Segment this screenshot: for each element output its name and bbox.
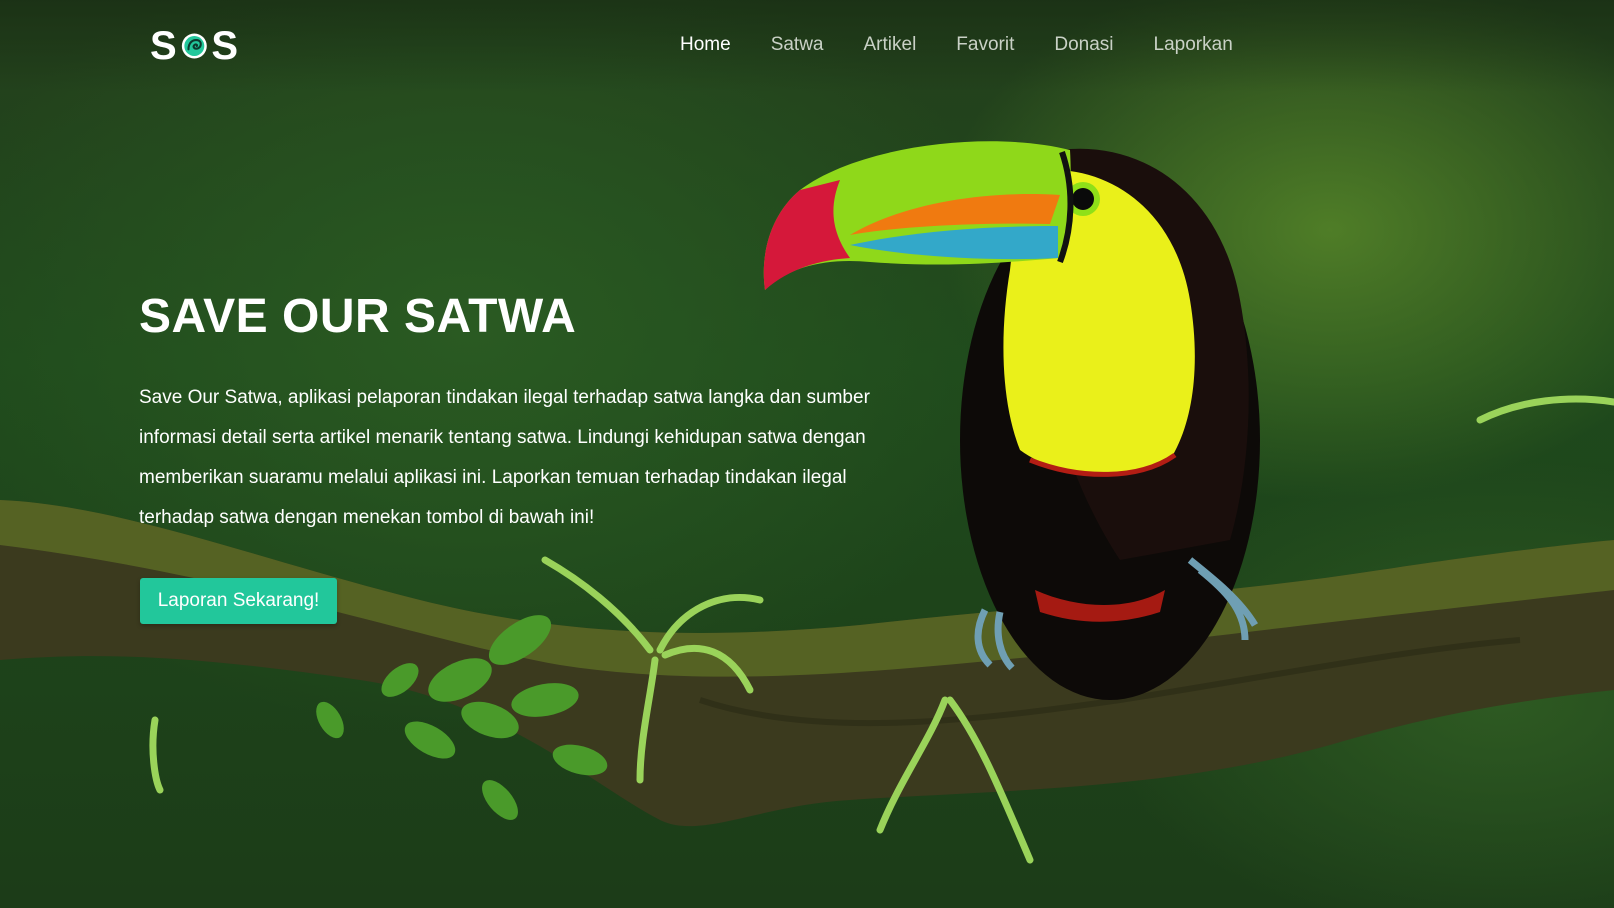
nav-item-satwa[interactable]: Satwa: [751, 30, 844, 60]
logo-letter-right: S: [211, 24, 238, 68]
hero-title: SAVE OUR SATWA: [139, 290, 577, 343]
main-nav: Home Satwa Artikel Favorit Donasi Lapork…: [676, 30, 1253, 60]
report-now-button[interactable]: Laporan Sekarang!: [140, 578, 337, 624]
nav-item-favorit[interactable]: Favorit: [936, 30, 1034, 60]
logo-letter-left: S: [150, 24, 177, 68]
nav-item-home[interactable]: Home: [676, 30, 751, 60]
nav-item-laporkan[interactable]: Laporkan: [1134, 30, 1253, 60]
nav-item-artikel[interactable]: Artikel: [844, 30, 937, 60]
navbar: S S Home Satwa Artikel Favorit Donasi La…: [0, 0, 1614, 92]
logo[interactable]: S S: [150, 24, 238, 68]
nav-item-donasi[interactable]: Donasi: [1034, 30, 1133, 60]
sea-turtle-shell-icon: [181, 33, 207, 59]
hero-description: Save Our Satwa, aplikasi pelaporan tinda…: [139, 387, 870, 528]
